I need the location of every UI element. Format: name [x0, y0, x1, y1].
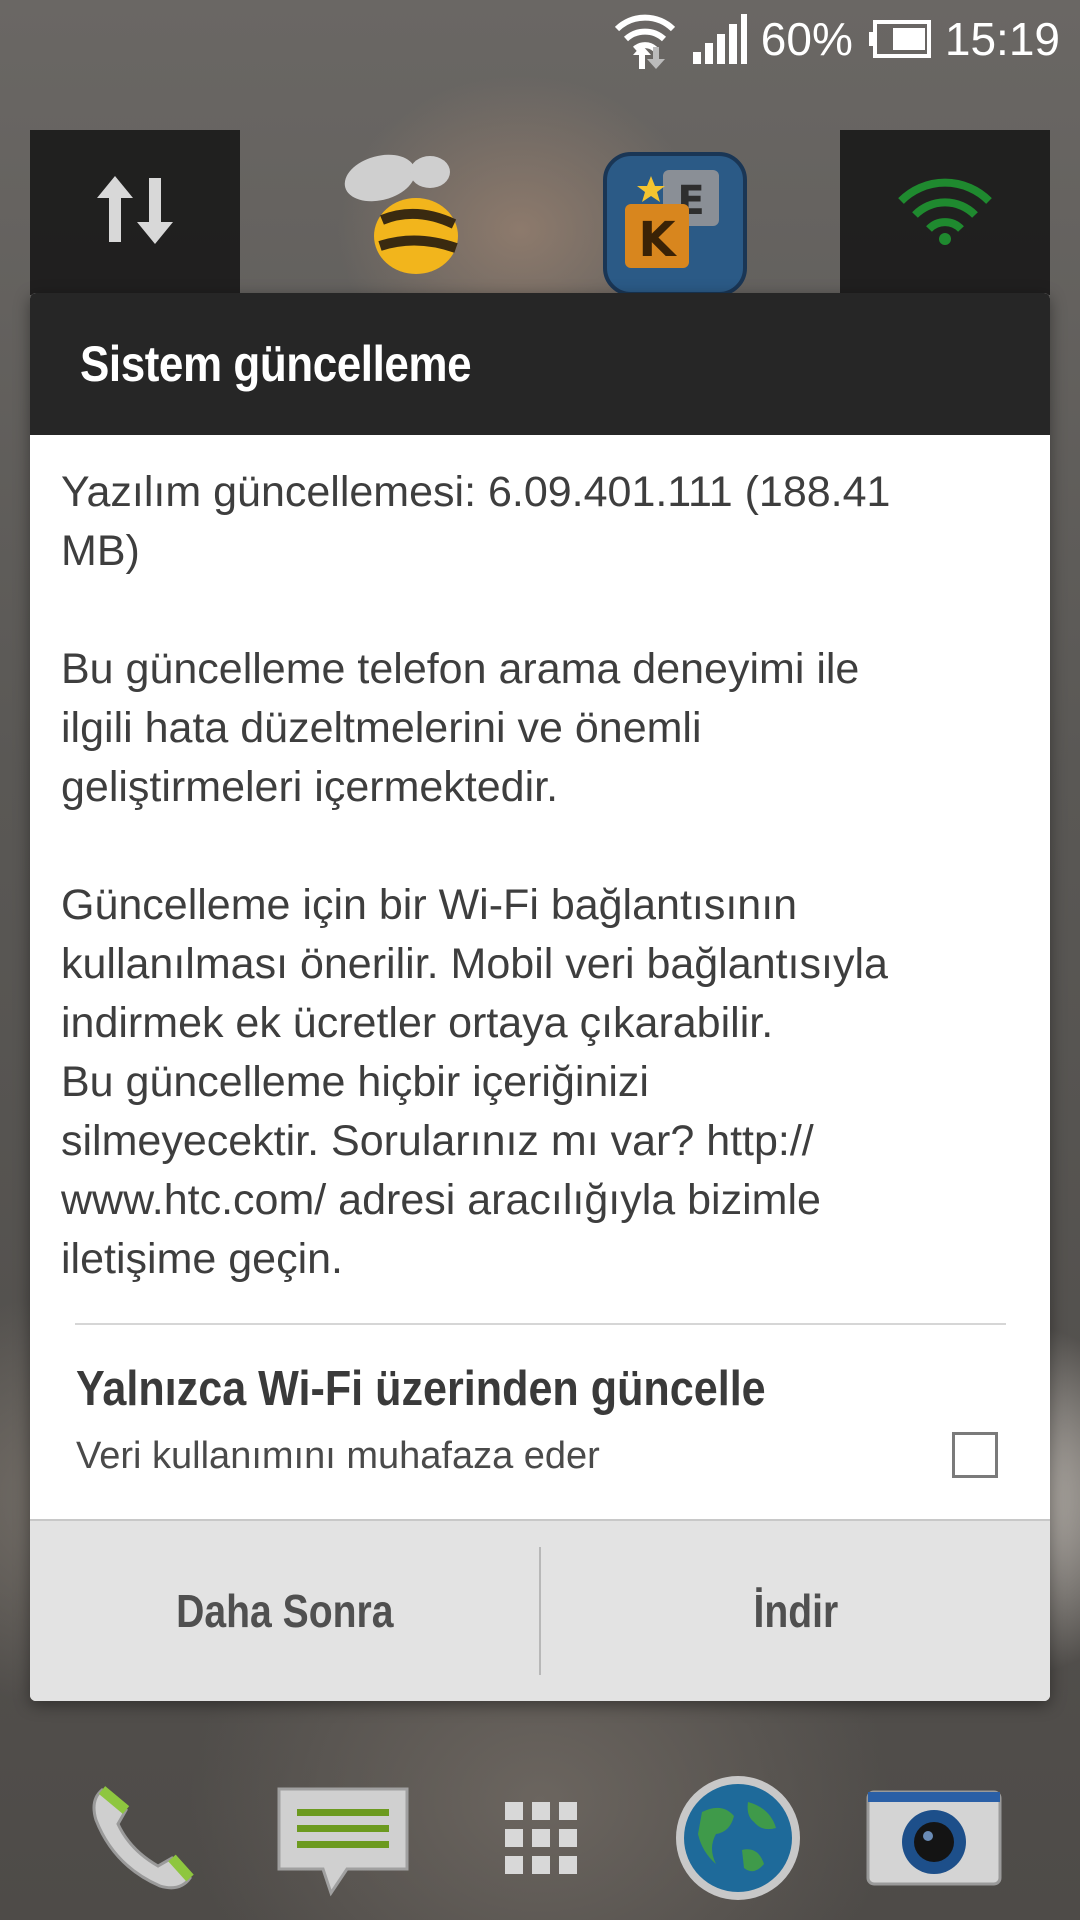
dialog-body: Yazılım güncellemesi: 6.09.401.111 (188.…	[30, 435, 1050, 1289]
home-dock	[0, 1760, 1080, 1920]
phone-icon[interactable]	[80, 1770, 210, 1905]
camera-icon[interactable]	[866, 1790, 1002, 1891]
later-button-label: Daha Sonra	[175, 1585, 394, 1637]
dialog-title: Sistem güncelleme	[80, 336, 472, 392]
dialog-header: Sistem güncelleme	[30, 293, 1050, 435]
status-bar: 60% 15:19	[0, 0, 1080, 78]
system-update-dialog: Sistem güncelleme Yazılım güncellemesi: …	[30, 293, 1050, 1701]
battery-icon	[867, 20, 931, 58]
update-notice: Güncelleme için bir Wi-Fi bağlantısının …	[61, 881, 888, 1283]
home-shortcut-row: E K	[0, 130, 1080, 296]
dialog-button-bar: Daha Sonra İndir	[30, 1519, 1050, 1701]
battery-percent: 60%	[760, 13, 853, 65]
wifi-toggle-icon	[897, 175, 993, 250]
download-button[interactable]: İndir	[541, 1521, 1050, 1701]
download-button-label: İndir	[753, 1585, 838, 1637]
wordfeud-app-icon[interactable]: E K	[603, 152, 747, 301]
app-drawer-icon[interactable]	[505, 1802, 577, 1879]
wifi-only-option-title: Yalnızca Wi-Fi üzerinden güncelle	[76, 1362, 766, 1416]
swarm-bee-app-icon[interactable]	[330, 150, 480, 285]
later-button[interactable]: Daha Sonra	[30, 1521, 539, 1701]
data-toggle-icon	[95, 172, 175, 253]
browser-globe-icon[interactable]	[672, 1772, 804, 1909]
svg-text:K: K	[638, 212, 677, 268]
wifi-toggle-tile[interactable]	[840, 130, 1050, 295]
wifi-only-option-subtitle: Veri kullanımını muhafaza eder	[76, 1435, 600, 1477]
wifi-transfer-icon	[613, 9, 677, 69]
wifi-only-checkbox[interactable]	[952, 1432, 998, 1478]
wifi-only-option[interactable]: Yalnızca Wi-Fi üzerinden güncelle Veri k…	[30, 1325, 1050, 1515]
messages-icon[interactable]	[275, 1785, 411, 1910]
version-line: Yazılım güncellemesi: 6.09.401.111 (188.…	[61, 468, 891, 575]
clock: 15:19	[944, 13, 1060, 65]
update-description: Bu güncelleme telefon arama deneyimi ile…	[61, 645, 860, 811]
signal-icon	[691, 14, 747, 64]
data-toggle-tile[interactable]	[30, 130, 240, 295]
